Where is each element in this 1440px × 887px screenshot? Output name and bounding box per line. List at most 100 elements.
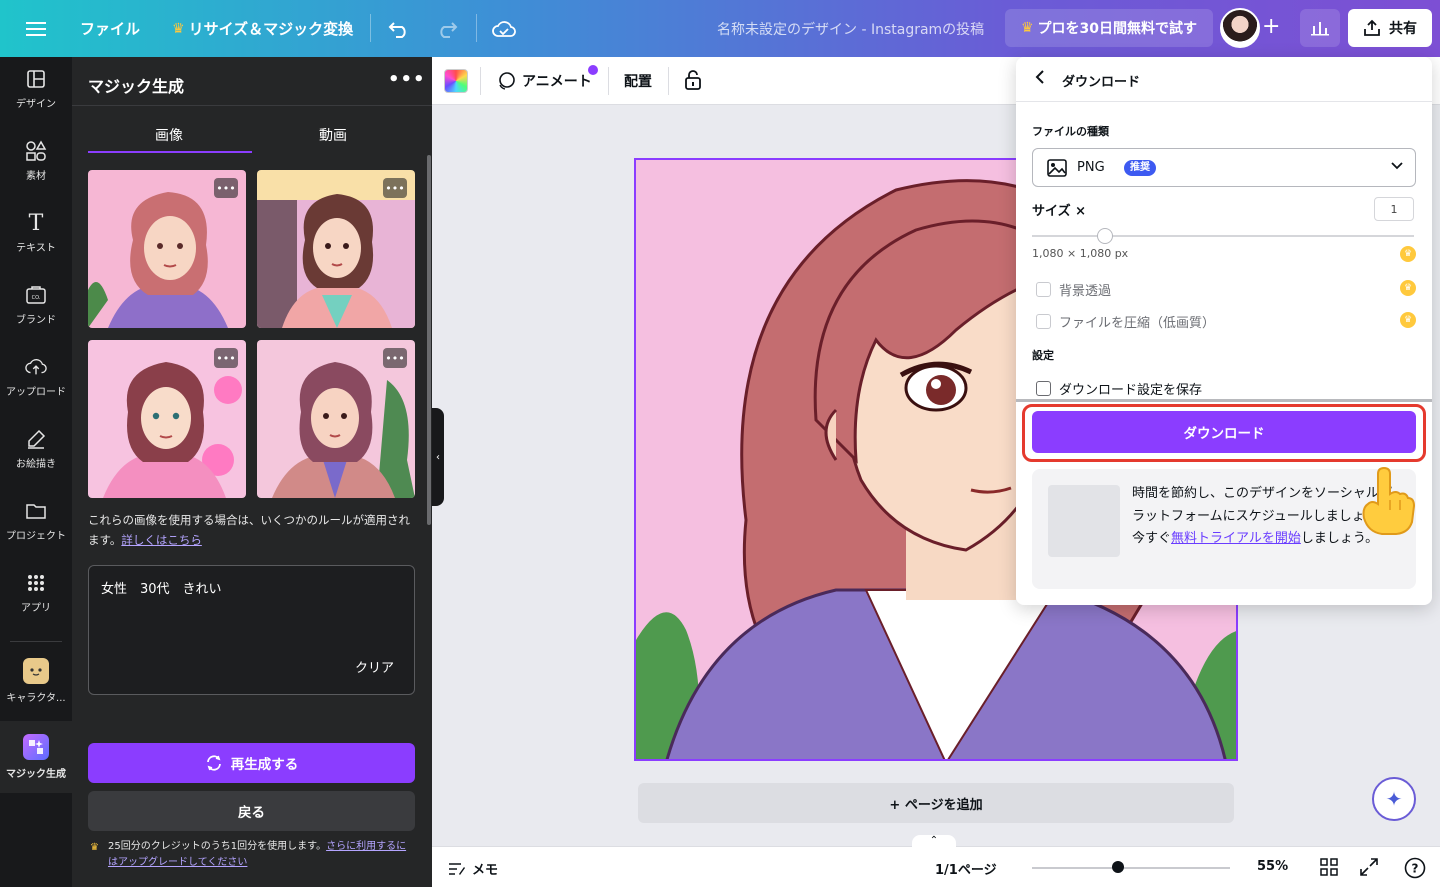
notes-icon [449,862,465,875]
file-type-label: ファイルの種類 [1032,125,1109,138]
chevron-up-icon[interactable]: ⌃ [912,835,956,849]
layout-icon [25,68,47,90]
page-indicator[interactable]: 1/1ページ [935,859,997,878]
resize-magic-button[interactable]: ♛ リサイズ＆マジック変換 [172,0,353,57]
prompt-input[interactable]: 女性 30代 きれい クリア [88,565,415,695]
rail-label: アップロード [6,387,66,398]
download-button[interactable]: ダウンロード [1032,411,1416,453]
transparent-bg-label: 背景透過 [1059,284,1112,299]
rail-item-text[interactable]: T テキスト [0,203,72,263]
fullscreen-icon[interactable] [1360,858,1378,880]
image-more-icon[interactable]: ••• [214,348,238,368]
rail-divider [10,641,62,642]
compress-option[interactable]: ファイルを圧縮（低画質） [1036,312,1215,331]
divider [72,105,432,106]
start-trial-link[interactable]: 無料トライアルを開始 [1171,531,1301,546]
magic-assistant-icon[interactable]: ✦ [1372,777,1416,821]
collapse-panel-handle[interactable]: ‹ [432,408,444,506]
rail-item-draw[interactable]: お絵描き [0,419,72,479]
size-label: サイズ × [1032,204,1087,219]
image-more-icon[interactable]: ••• [383,348,407,368]
avatar[interactable] [1220,8,1260,48]
rail-item-projects[interactable]: プロジェクト [0,491,72,551]
regenerate-label: 再生成する [230,757,299,773]
scrollbar[interactable] [427,155,431,525]
tab-videos[interactable]: 動画 [319,125,347,145]
cloud-saved-icon[interactable] [492,0,516,57]
redo-icon[interactable] [436,0,458,57]
generated-image-2[interactable]: ••• [257,170,415,328]
menu-icon[interactable] [26,0,46,57]
undo-icon[interactable] [388,0,410,57]
image-more-icon[interactable]: ••• [383,178,407,198]
compress-checkbox[interactable] [1036,314,1051,329]
rail-item-apps[interactable]: アプリ [0,563,72,623]
file-menu-button[interactable]: ファイル [80,0,140,57]
animate-button[interactable]: アニメート [496,71,592,91]
zoom-slider-handle[interactable] [1112,861,1124,873]
document-title[interactable]: 名称未設定のデザイン - Instagramの投稿 [717,0,984,57]
save-settings-label: ダウンロード設定を保存 [1059,383,1203,398]
insights-icon[interactable] [1300,9,1340,47]
zoom-level[interactable]: 55% [1257,859,1288,874]
save-settings-option[interactable]: ダウンロード設定を保存 [1036,379,1202,398]
image-more-icon[interactable]: ••• [214,178,238,198]
rail-item-elements[interactable]: 素材 [0,131,72,191]
rail-label: プロジェクト [6,531,66,542]
size-slider-handle[interactable] [1097,228,1113,244]
share-label: 共有 [1389,21,1417,37]
new-badge [588,65,598,75]
active-tab-indicator [88,151,252,153]
more-options-icon[interactable]: ••• [388,69,426,90]
rail-label: ブランド [16,315,56,326]
rail-item-uploads[interactable]: アップロード [0,347,72,407]
pro-trial-button[interactable]: ♛ プロを30日間無料で試す [1005,9,1213,47]
credit-text: 25回分のクレジットのうち1回分を使用します。 [108,841,327,852]
rail-item-design[interactable]: デザイン [0,59,72,119]
clear-button[interactable]: クリア [355,657,394,676]
learn-more-link[interactable]: 詳しくはこちら [121,533,202,547]
file-type-value: PNG [1077,160,1105,175]
notes-label: メモ [472,863,499,878]
crown-icon: ♛ [172,20,185,37]
help-icon[interactable]: ? [1404,857,1426,883]
svg-text:CO.: CO. [32,295,41,301]
zoom-slider[interactable] [1032,867,1230,869]
generated-image-4[interactable]: ••• [257,340,415,498]
lock-icon[interactable] [684,69,702,91]
notes-button[interactable]: メモ [448,859,498,878]
rail-label: キャラクタ... [6,693,66,704]
side-rail: デザイン 素材 T テキスト CO. ブランド アップロード お絵描き プロジェ… [0,57,72,887]
transparent-bg-option[interactable]: 背景透過 [1036,280,1111,299]
pro-crown-icon: ♛ [1400,280,1416,296]
transparent-bg-checkbox[interactable] [1036,282,1051,297]
crown-icon: ♛ [1020,20,1034,36]
share-button[interactable]: 共有 [1348,9,1432,47]
back-button[interactable]: 戻る [88,791,415,831]
rail-item-magic-media[interactable]: マジック生成 [0,721,72,793]
rail-item-character[interactable]: キャラクタ... [0,651,72,711]
pointing-hand-icon [1362,466,1416,535]
tab-images[interactable]: 画像 [155,125,183,145]
rail-label: 素材 [26,171,46,182]
share-icon [1364,19,1380,36]
regenerate-button[interactable]: 再生成する [88,743,415,783]
chevron-left-icon[interactable] [1034,69,1046,89]
generated-image-1[interactable]: ••• [88,170,246,328]
generated-image-3[interactable]: ••• [88,340,246,498]
size-multiplier-input[interactable]: 1 [1374,197,1414,221]
rail-item-brand[interactable]: CO. ブランド [0,275,72,335]
color-picker-icon[interactable] [444,69,468,93]
draw-icon [25,428,47,450]
add-page-button[interactable]: + ページを追加 [638,783,1234,823]
rail-label: お絵描き [16,459,56,470]
save-settings-checkbox[interactable] [1036,381,1051,396]
compress-label: ファイルを圧縮（低画質） [1059,316,1216,331]
file-type-select[interactable]: PNG 推奨 [1032,148,1416,187]
folder-icon [25,500,47,522]
grid-view-icon[interactable] [1320,858,1338,880]
arrange-button[interactable]: 配置 [624,71,652,91]
image-icon [1047,159,1067,177]
add-collaborator-icon[interactable]: + [1262,14,1280,39]
size-slider[interactable] [1032,235,1414,237]
